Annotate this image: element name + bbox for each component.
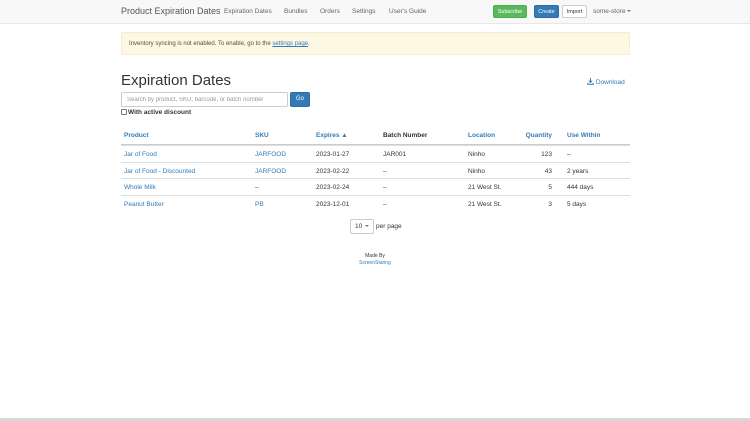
use-within-cell: 444 days bbox=[567, 184, 594, 191]
sort-product-header[interactable]: Product bbox=[124, 132, 149, 139]
table-row: Jar of Food JARFOOD 2023-01-27 JAR001 Ni… bbox=[121, 145, 630, 162]
search-input[interactable] bbox=[121, 92, 288, 107]
download-link[interactable]: Download bbox=[587, 78, 625, 86]
nav-expiration-dates[interactable]: Expiration Dates bbox=[224, 8, 272, 15]
alert-text: Inventory syncing is not enabled. To ena… bbox=[129, 41, 273, 47]
use-within-cell: 2 years bbox=[567, 167, 589, 175]
expiration-table: Product SKU Expires ▲ Batch Number Locat… bbox=[121, 128, 630, 211]
sort-location-header[interactable]: Location bbox=[468, 132, 495, 139]
location-cell: Ninho bbox=[468, 151, 485, 158]
location-cell: 21 West St. bbox=[468, 184, 502, 191]
location-cell: Ninho bbox=[468, 167, 485, 175]
expires-cell: 2023-02-24 bbox=[316, 184, 350, 191]
product-link[interactable]: Whole Milk bbox=[124, 184, 156, 191]
sku-link[interactable]: PB bbox=[255, 201, 264, 208]
table-row: Whole Milk – 2023-02-24 – 21 West St. 5 … bbox=[121, 178, 630, 195]
sort-quantity-header[interactable]: Quantity bbox=[526, 132, 552, 139]
made-by-label: Made By bbox=[365, 253, 385, 259]
download-icon bbox=[587, 78, 594, 85]
store-name: some-store bbox=[593, 8, 626, 15]
batch-cell: – bbox=[383, 167, 387, 175]
company-link[interactable]: ScreenStaring bbox=[340, 260, 410, 266]
quantity-cell: 3 bbox=[548, 200, 552, 208]
caret-down-icon bbox=[626, 10, 631, 13]
product-link[interactable]: Jar of Food - Discounted bbox=[124, 168, 195, 175]
settings-page-link[interactable]: settings page bbox=[272, 41, 308, 47]
sku-link[interactable]: JARFOOD bbox=[255, 151, 286, 158]
quantity-cell: 123 bbox=[541, 151, 552, 158]
caret-down-icon bbox=[365, 225, 370, 228]
active-discount-checkbox[interactable] bbox=[121, 109, 127, 115]
table-header: Product SKU Expires ▲ Batch Number Locat… bbox=[121, 128, 630, 145]
batch-cell: JAR001 bbox=[383, 151, 407, 158]
per-page-value: 10 bbox=[354, 223, 363, 230]
nav-settings[interactable]: Settings bbox=[352, 8, 376, 15]
alert-period: . bbox=[308, 41, 310, 47]
sku-link[interactable]: JARFOOD bbox=[255, 168, 286, 175]
sort-expires-header[interactable]: Expires ▲ bbox=[316, 132, 348, 139]
top-navbar: Product Expiration Dates Expiration Date… bbox=[0, 0, 750, 24]
nav-bundles[interactable]: Bundles bbox=[284, 8, 308, 15]
inventory-sync-alert: Inventory syncing is not enabled. To ena… bbox=[121, 32, 630, 55]
download-label: Download bbox=[595, 79, 625, 86]
per-page-select[interactable]: 10 bbox=[350, 219, 374, 234]
table-row: Jar of Food - Discounted JARFOOD 2023-02… bbox=[121, 161, 630, 179]
nav-orders[interactable]: Orders bbox=[320, 8, 340, 15]
table-row: Peanut Butter PB 2023-12-01 – 21 West St… bbox=[121, 194, 630, 212]
use-within-cell: – bbox=[567, 151, 571, 158]
batch-number-header: Batch Number bbox=[383, 132, 428, 139]
batch-cell: – bbox=[383, 200, 387, 208]
page-title: Expiration Dates bbox=[121, 72, 232, 89]
go-button[interactable]: Go bbox=[290, 92, 310, 107]
product-link[interactable]: Peanut Butter bbox=[124, 201, 164, 208]
use-within-cell: 5 days bbox=[567, 200, 587, 208]
quantity-cell: 43 bbox=[544, 167, 552, 175]
brand-link[interactable]: Product Expiration Dates bbox=[121, 6, 221, 16]
batch-cell: – bbox=[383, 184, 387, 191]
location-cell: 21 West St. bbox=[468, 200, 502, 208]
import-button[interactable]: Import bbox=[562, 5, 587, 18]
sort-use-within-header[interactable]: Use Within bbox=[567, 132, 601, 139]
store-dropdown[interactable]: some-store bbox=[593, 8, 631, 15]
sort-sku-header[interactable]: SKU bbox=[255, 132, 269, 139]
nav-users-guide[interactable]: User's Guide bbox=[389, 8, 426, 15]
per-page-label: per page bbox=[376, 223, 402, 230]
expires-cell: 2023-12-01 bbox=[316, 200, 350, 208]
expires-cell: 2023-01-27 bbox=[316, 151, 350, 158]
create-button[interactable]: Create bbox=[534, 5, 559, 18]
subscribe-button[interactable]: Subscribe bbox=[493, 5, 527, 18]
footer: Made By ScreenStaring bbox=[340, 253, 410, 266]
active-discount-filter[interactable]: With active discount bbox=[121, 109, 191, 116]
quantity-cell: 5 bbox=[548, 184, 552, 191]
expires-cell: 2023-02-22 bbox=[316, 167, 350, 175]
active-discount-label: With active discount bbox=[128, 109, 192, 116]
sku-cell: – bbox=[255, 184, 259, 191]
product-link[interactable]: Jar of Food bbox=[124, 151, 157, 158]
